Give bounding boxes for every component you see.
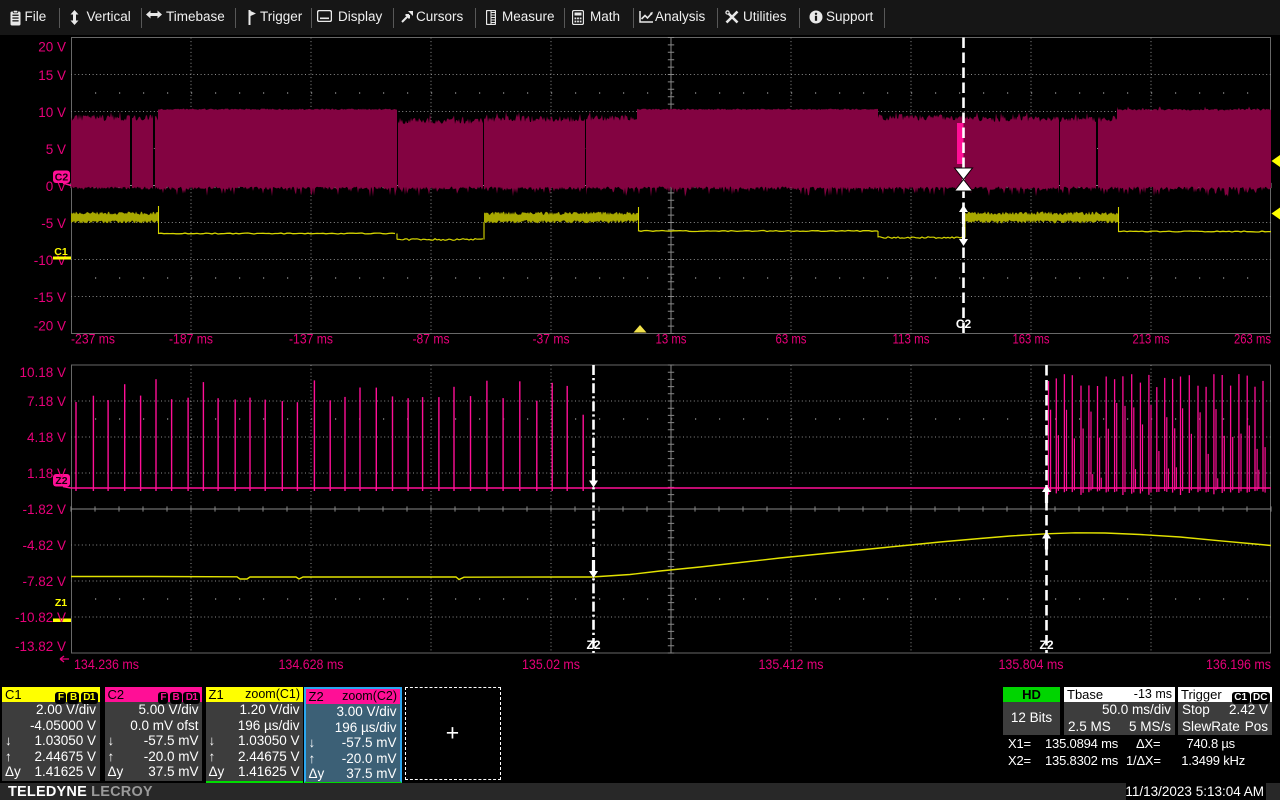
svg-text:5 V: 5 V [46,142,66,157]
svg-text:-5 V: -5 V [41,216,66,231]
svg-text:136.196 ms: 136.196 ms [1206,657,1271,672]
svg-text:113 ms: 113 ms [893,332,930,347]
svg-text:-37 ms: -37 ms [533,332,570,347]
svg-text:-7.82 V: -7.82 V [22,574,66,589]
svg-text:163 ms: 163 ms [1013,332,1050,347]
svg-text:15 V: 15 V [38,68,66,83]
svg-text:10 V: 10 V [38,105,66,120]
svg-text:-1.82 V: -1.82 V [22,502,66,517]
svg-text:263 ms: 263 ms [1234,332,1271,347]
svg-text:-10.82 V: -10.82 V [15,610,66,625]
svg-text:Z1: Z1 [55,597,67,609]
svg-text:C1: C1 [54,246,68,258]
svg-text:134.628 ms: 134.628 ms [279,657,344,672]
svg-text:Z2: Z2 [586,638,600,652]
svg-text:1.18 V: 1.18 V [27,466,66,481]
svg-text:135.804 ms: 135.804 ms [999,657,1064,672]
svg-text:135.412 ms: 135.412 ms [759,657,824,672]
svg-text:C2: C2 [956,317,972,331]
svg-text:4.18 V: 4.18 V [27,430,66,445]
svg-text:134.236 ms: 134.236 ms [74,657,139,672]
svg-text:-4.82 V: -4.82 V [22,538,66,553]
svg-text:C2: C2 [55,172,69,184]
svg-text:-13.82 V: -13.82 V [15,639,66,654]
svg-text:10.18 V: 10.18 V [19,365,66,380]
svg-text:135.02 ms: 135.02 ms [522,657,580,672]
svg-text:-187 ms: -187 ms [169,332,213,347]
svg-text:213 ms: 213 ms [1133,332,1170,347]
svg-text:-137 ms: -137 ms [289,332,333,347]
svg-text:13 ms: 13 ms [656,332,687,347]
svg-text:Z2: Z2 [1039,638,1053,652]
svg-text:-237 ms: -237 ms [71,332,115,347]
svg-text:20 V: 20 V [38,40,66,55]
svg-text:-87 ms: -87 ms [413,332,450,347]
svg-text:-15 V: -15 V [34,290,66,305]
svg-text:7.18 V: 7.18 V [27,394,66,409]
svg-text:-20 V: -20 V [34,319,66,334]
svg-text:63 ms: 63 ms [776,332,807,347]
